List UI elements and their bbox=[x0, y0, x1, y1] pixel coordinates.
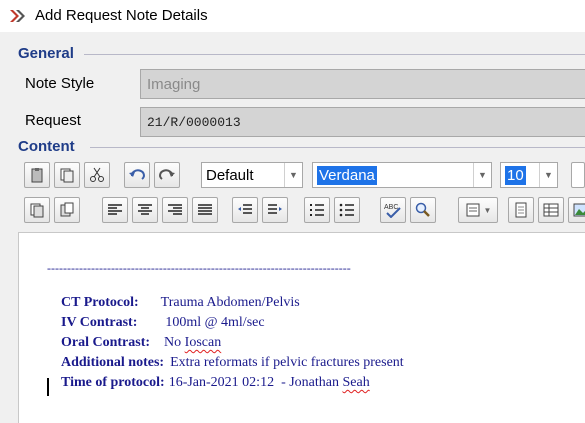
font-size-dropdown[interactable]: 10 ▼ bbox=[500, 162, 558, 188]
note-editor[interactable]: ----------------------------------------… bbox=[18, 232, 585, 423]
indent-icon bbox=[268, 204, 282, 214]
indent-button[interactable] bbox=[262, 197, 288, 223]
editor-line-time-of-protocol: Time of protocol: 16-Jan-2021 02:12 - Jon… bbox=[47, 359, 370, 407]
editor-separator: ----------------------------------------… bbox=[47, 261, 351, 275]
image-icon bbox=[573, 203, 585, 217]
numbered-list-icon bbox=[310, 204, 324, 216]
paste-button[interactable] bbox=[24, 162, 50, 188]
align-left-button[interactable] bbox=[102, 197, 128, 223]
paste-format-button[interactable] bbox=[54, 197, 80, 223]
spellcheck-icon: ABC bbox=[384, 204, 401, 218]
copy-icon bbox=[60, 168, 74, 183]
outdent-button[interactable] bbox=[232, 197, 258, 223]
spellcheck-button[interactable]: ABC bbox=[380, 197, 406, 223]
insert-field-button[interactable]: ▼ bbox=[458, 197, 498, 223]
window-title: Add Request Note Details bbox=[35, 7, 208, 24]
app-logo-icon bbox=[10, 10, 25, 22]
justify-button[interactable] bbox=[192, 197, 218, 223]
find-icon bbox=[415, 202, 430, 217]
copy-button[interactable] bbox=[54, 162, 80, 188]
cut-icon bbox=[90, 167, 104, 182]
chevron-down-icon: ▼ bbox=[473, 163, 491, 187]
page-icon bbox=[515, 202, 527, 218]
numbered-list-button[interactable] bbox=[304, 197, 330, 223]
align-left-icon bbox=[108, 204, 122, 215]
title-bar: Add Request Note Details bbox=[0, 0, 585, 32]
chevron-down-icon: ▼ bbox=[539, 163, 557, 187]
copy-format-button[interactable] bbox=[24, 197, 50, 223]
page-button[interactable] bbox=[508, 197, 534, 223]
outdent-icon bbox=[238, 204, 252, 214]
copy-format-icon bbox=[30, 203, 44, 218]
request-field[interactable]: 21/R/0000013 bbox=[140, 107, 585, 137]
align-right-icon bbox=[168, 204, 182, 215]
redo-icon bbox=[159, 169, 175, 180]
request-value: 21/R/0000013 bbox=[147, 114, 241, 130]
font-dropdown-value: Verdana bbox=[317, 165, 377, 185]
justify-icon bbox=[198, 204, 212, 215]
image-button[interactable] bbox=[568, 197, 585, 223]
font-size-value: 10 bbox=[505, 165, 526, 185]
note-style-value: Imaging bbox=[147, 75, 201, 93]
bullet-list-button[interactable] bbox=[334, 197, 360, 223]
time-of-protocol-label: Time of protocol: bbox=[61, 375, 165, 390]
formatting-toolbar-row-1: Default ▼ Verdana ▼ 10 ▼ bbox=[18, 159, 585, 193]
request-label: Request bbox=[25, 112, 81, 129]
time-of-protocol-value-prefix: 16-Jan-2021 02:12 - Jonathan bbox=[168, 375, 343, 390]
chevron-down-icon: ▼ bbox=[483, 205, 492, 215]
chevron-down-icon: ▼ bbox=[284, 163, 302, 187]
text-caret bbox=[47, 378, 49, 396]
table-button[interactable] bbox=[538, 197, 564, 223]
general-divider bbox=[84, 54, 585, 55]
style-dropdown-value: Default bbox=[206, 166, 254, 184]
note-style-label: Note Style bbox=[25, 75, 95, 92]
align-right-button[interactable] bbox=[162, 197, 188, 223]
cut-button[interactable] bbox=[84, 162, 110, 188]
paste-format-icon bbox=[60, 202, 74, 217]
content-section-header: Content bbox=[18, 138, 75, 155]
undo-icon bbox=[129, 169, 145, 180]
time-of-protocol-value-misspelled: Seah bbox=[342, 375, 370, 390]
bullet-list-icon bbox=[339, 203, 354, 217]
formatting-toolbar-row-2: ABC ▼ bbox=[18, 194, 585, 228]
note-style-field[interactable]: Imaging bbox=[140, 69, 585, 99]
font-dropdown[interactable]: Verdana ▼ bbox=[312, 162, 492, 188]
general-section-header: General bbox=[18, 45, 74, 62]
insert-field-icon bbox=[466, 203, 480, 217]
color-picker-button[interactable] bbox=[571, 162, 585, 188]
align-center-icon bbox=[138, 204, 152, 215]
find-button[interactable] bbox=[410, 197, 436, 223]
redo-button[interactable] bbox=[154, 162, 180, 188]
paste-icon bbox=[31, 168, 43, 183]
style-dropdown[interactable]: Default ▼ bbox=[201, 162, 303, 188]
align-center-button[interactable] bbox=[132, 197, 158, 223]
table-icon bbox=[543, 203, 559, 217]
content-divider bbox=[90, 147, 585, 148]
undo-button[interactable] bbox=[124, 162, 150, 188]
svg-text:ABC: ABC bbox=[384, 204, 398, 211]
